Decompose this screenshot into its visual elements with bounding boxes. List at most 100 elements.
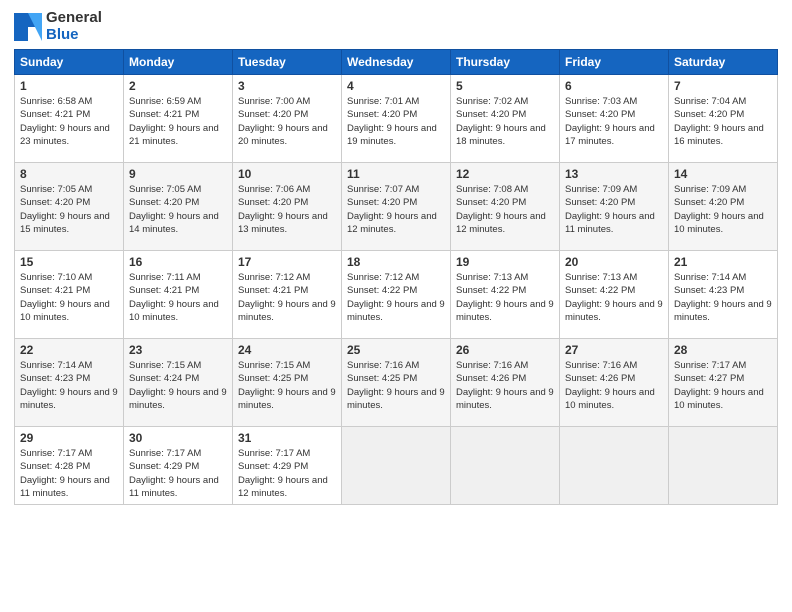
logo-blue: Blue (46, 26, 79, 43)
calendar-cell (560, 427, 669, 505)
day-detail: Sunrise: 7:17 AMSunset: 4:29 PMDaylight:… (129, 447, 227, 500)
calendar-cell: 27Sunrise: 7:16 AMSunset: 4:26 PMDayligh… (560, 339, 669, 427)
day-number: 8 (20, 167, 118, 181)
logo: General Blue (14, 10, 102, 43)
day-number: 29 (20, 431, 118, 445)
day-number: 14 (674, 167, 772, 181)
day-detail: Sunrise: 7:09 AMSunset: 4:20 PMDaylight:… (565, 183, 663, 236)
calendar-cell: 23Sunrise: 7:15 AMSunset: 4:24 PMDayligh… (124, 339, 233, 427)
calendar-cell: 25 Sunrise: 7:16 AMSunset: 4:25 PMDayligh… (342, 339, 451, 427)
day-number: 17 (238, 255, 336, 269)
day-number: 6 (565, 79, 663, 93)
day-number: 7 (674, 79, 772, 93)
calendar-cell (342, 427, 451, 505)
weekday-friday: Friday (560, 50, 669, 75)
calendar-cell: 10Sunrise: 7:06 AMSunset: 4:20 PMDayligh… (233, 163, 342, 251)
day-detail: Sunrise: 7:15 AMSunset: 4:25 PMDaylight:… (238, 359, 336, 412)
day-number: 1 (20, 79, 118, 93)
header: General Blue (14, 10, 778, 43)
day-number: 22 (20, 343, 118, 357)
calendar-cell: 16 Sunrise: 7:11 AMSunset: 4:21 PMDayligh… (124, 251, 233, 339)
day-number: 24 (238, 343, 336, 357)
calendar-cell: 29Sunrise: 7:17 AMSunset: 4:28 PMDayligh… (15, 427, 124, 505)
day-number: 18 (347, 255, 445, 269)
day-number: 12 (456, 167, 554, 181)
day-number: 5 (456, 79, 554, 93)
calendar-cell: 13Sunrise: 7:09 AMSunset: 4:20 PMDayligh… (560, 163, 669, 251)
weekday-tuesday: Tuesday (233, 50, 342, 75)
day-detail: Sunrise: 6:58 AMSunset: 4:21 PMDaylight:… (20, 95, 118, 148)
day-detail: Sunrise: 7:02 AMSunset: 4:20 PMDaylight:… (456, 95, 554, 148)
day-detail: Sunrise: 7:07 AMSunset: 4:20 PMDaylight:… (347, 183, 445, 236)
day-number: 4 (347, 79, 445, 93)
calendar-cell: 3 Sunrise: 7:00 AMSunset: 4:20 PMDaylight… (233, 75, 342, 163)
calendar-cell: 12 Sunrise: 7:08 AMSunset: 4:20 PMDayligh… (451, 163, 560, 251)
day-detail: Sunrise: 7:16 AMSunset: 4:26 PMDaylight:… (456, 359, 554, 412)
calendar-cell: 21 Sunrise: 7:14 AMSunset: 4:23 PMDayligh… (669, 251, 778, 339)
day-number: 28 (674, 343, 772, 357)
calendar-cell: 30 Sunrise: 7:17 AMSunset: 4:29 PMDayligh… (124, 427, 233, 505)
day-detail: Sunrise: 7:08 AMSunset: 4:20 PMDaylight:… (456, 183, 554, 236)
calendar-cell: 2 Sunrise: 6:59 AMSunset: 4:21 PMDaylight… (124, 75, 233, 163)
calendar-cell (669, 427, 778, 505)
calendar-cell: 1 Sunrise: 6:58 AMSunset: 4:21 PMDaylight… (15, 75, 124, 163)
calendar-cell: 19 Sunrise: 7:13 AMSunset: 4:22 PMDayligh… (451, 251, 560, 339)
calendar-cell: 31 Sunrise: 7:17 AMSunset: 4:29 PMDayligh… (233, 427, 342, 505)
day-number: 21 (674, 255, 772, 269)
calendar-cell: 20 Sunrise: 7:13 AMSunset: 4:22 PMDayligh… (560, 251, 669, 339)
day-number: 15 (20, 255, 118, 269)
day-number: 11 (347, 167, 445, 181)
page: General Blue SundayMondayTuesdayWednesda… (0, 0, 792, 612)
day-number: 20 (565, 255, 663, 269)
day-detail: Sunrise: 7:12 AMSunset: 4:21 PMDaylight:… (238, 271, 336, 324)
weekday-saturday: Saturday (669, 50, 778, 75)
calendar-cell: 7 Sunrise: 7:04 AMSunset: 4:20 PMDaylight… (669, 75, 778, 163)
day-detail: Sunrise: 7:14 AMSunset: 4:23 PMDaylight:… (20, 359, 118, 412)
day-detail: Sunrise: 7:12 AMSunset: 4:22 PMDaylight:… (347, 271, 445, 324)
calendar-cell: 28 Sunrise: 7:17 AMSunset: 4:27 PMDayligh… (669, 339, 778, 427)
calendar-cell: 14 Sunrise: 7:09 AMSunset: 4:20 PMDayligh… (669, 163, 778, 251)
calendar-cell: 8 Sunrise: 7:05 AMSunset: 4:20 PMDaylight… (15, 163, 124, 251)
day-detail: Sunrise: 7:00 AMSunset: 4:20 PMDaylight:… (238, 95, 336, 148)
day-detail: Sunrise: 7:05 AMSunset: 4:20 PMDaylight:… (20, 183, 118, 236)
logo-icon (14, 13, 42, 41)
calendar-cell: 9Sunrise: 7:05 AMSunset: 4:20 PMDaylight… (124, 163, 233, 251)
weekday-thursday: Thursday (451, 50, 560, 75)
day-detail: Sunrise: 7:05 AMSunset: 4:20 PMDaylight:… (129, 183, 227, 236)
day-detail: Sunrise: 6:59 AMSunset: 4:21 PMDaylight:… (129, 95, 227, 148)
day-number: 30 (129, 431, 227, 445)
day-detail: Sunrise: 7:14 AMSunset: 4:23 PMDaylight:… (674, 271, 772, 324)
day-detail: Sunrise: 7:16 AMSunset: 4:25 PMDaylight:… (347, 359, 445, 412)
calendar-cell: 11 Sunrise: 7:07 AMSunset: 4:20 PMDayligh… (342, 163, 451, 251)
day-number: 10 (238, 167, 336, 181)
day-detail: Sunrise: 7:03 AMSunset: 4:20 PMDaylight:… (565, 95, 663, 148)
day-detail: Sunrise: 7:10 AMSunset: 4:21 PMDaylight:… (20, 271, 118, 324)
calendar-cell: 26 Sunrise: 7:16 AMSunset: 4:26 PMDayligh… (451, 339, 560, 427)
calendar-cell: 18 Sunrise: 7:12 AMSunset: 4:22 PMDayligh… (342, 251, 451, 339)
day-detail: Sunrise: 7:04 AMSunset: 4:20 PMDaylight:… (674, 95, 772, 148)
day-number: 26 (456, 343, 554, 357)
day-number: 2 (129, 79, 227, 93)
calendar-cell: 4 Sunrise: 7:01 AMSunset: 4:20 PMDaylight… (342, 75, 451, 163)
day-detail: Sunrise: 7:13 AMSunset: 4:22 PMDaylight:… (565, 271, 663, 324)
logo-text: General Blue (46, 10, 102, 43)
day-number: 31 (238, 431, 336, 445)
day-detail: Sunrise: 7:16 AMSunset: 4:26 PMDaylight:… (565, 359, 663, 412)
day-detail: Sunrise: 7:09 AMSunset: 4:20 PMDaylight:… (674, 183, 772, 236)
day-number: 16 (129, 255, 227, 269)
calendar-cell: 6 Sunrise: 7:03 AMSunset: 4:20 PMDaylight… (560, 75, 669, 163)
calendar-cell: 5 Sunrise: 7:02 AMSunset: 4:20 PMDaylight… (451, 75, 560, 163)
day-detail: Sunrise: 7:01 AMSunset: 4:20 PMDaylight:… (347, 95, 445, 148)
day-detail: Sunrise: 7:17 AMSunset: 4:29 PMDaylight:… (238, 447, 336, 500)
logo-general: General (46, 9, 102, 26)
calendar-cell: 22 Sunrise: 7:14 AMSunset: 4:23 PMDayligh… (15, 339, 124, 427)
day-detail: Sunrise: 7:13 AMSunset: 4:22 PMDaylight:… (456, 271, 554, 324)
day-detail: Sunrise: 7:11 AMSunset: 4:21 PMDaylight:… (129, 271, 227, 324)
day-number: 25 (347, 343, 445, 357)
day-detail: Sunrise: 7:17 AMSunset: 4:27 PMDaylight:… (674, 359, 772, 412)
day-number: 3 (238, 79, 336, 93)
calendar-cell (451, 427, 560, 505)
day-number: 19 (456, 255, 554, 269)
calendar-cell: 17 Sunrise: 7:12 AMSunset: 4:21 PMDayligh… (233, 251, 342, 339)
weekday-sunday: Sunday (15, 50, 124, 75)
